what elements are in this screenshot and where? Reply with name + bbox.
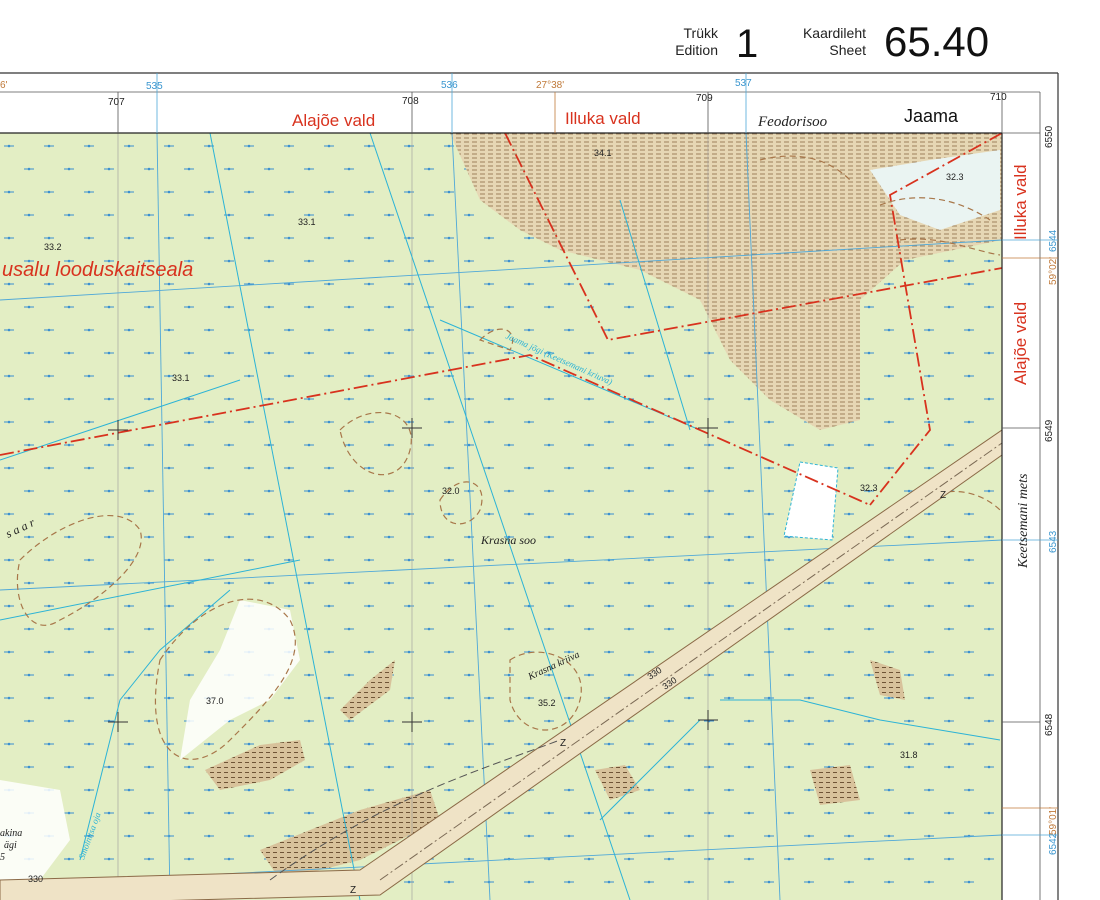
right-label-alajoe: Alajõe vald (1011, 302, 1030, 385)
top-blue-537: 537 (735, 78, 752, 89)
top-blue-labels: 535 536 537 (146, 78, 752, 92)
map-body: 34.1 33.1 33.2 33.1 32.0 32.3 32.3 37.0 … (0, 133, 1002, 900)
right-km-labels: 6550 6549 6548 (1044, 125, 1055, 736)
top-longitude-partial: 6' (0, 80, 8, 91)
top-blue-536: 536 (441, 80, 458, 91)
elevation-e9: 35.2 (538, 698, 556, 708)
reserve-name: usalu looduskaitseala (2, 259, 193, 281)
right-blue-labels: 6544 6543 6542 (1048, 229, 1059, 855)
left-edge-text-3: 5 (0, 852, 5, 863)
left-edge-text-2: ägi (4, 840, 17, 851)
elevation-e1: 34.1 (594, 148, 612, 158)
elevation-e10: 31.8 (900, 750, 918, 760)
right-blue-6543: 6543 (1048, 530, 1059, 553)
elevation-e6: 32.3 (946, 172, 964, 182)
top-blue-535: 535 (146, 81, 163, 92)
elevation-e4: 33.1 (172, 373, 190, 383)
top-km-708: 708 (402, 96, 419, 107)
right-km-6548: 6548 (1044, 713, 1055, 736)
elevation-e2: 33.1 (298, 217, 316, 227)
zone-letter: Z (940, 490, 946, 501)
right-label-keetsemani: Keetsemani mets (1016, 473, 1031, 569)
top-km-710: 710 (990, 92, 1007, 103)
right-km-6550: 6550 (1044, 125, 1055, 148)
top-label-illuka: Illuka vald (565, 109, 641, 128)
right-lat-5901: 59°01' (1048, 807, 1059, 835)
top-ticks (117, 92, 1003, 133)
top-km-707: 707 (108, 97, 125, 108)
topographic-map: 34.1 33.1 33.2 33.1 32.0 32.3 32.3 37.0 … (0, 72, 1059, 900)
elevation-e11: 330 (28, 874, 43, 884)
elevation-e8: 37.0 (206, 696, 224, 706)
top-km-709: 709 (696, 93, 713, 104)
top-longitude: 27°38' (536, 80, 564, 91)
right-lat-5902: 59°02' (1048, 257, 1059, 285)
top-km-labels: 707 708 709 710 (108, 92, 1007, 108)
zone-letter-2: Z (560, 738, 566, 749)
zone-letter-3: Z (350, 885, 356, 896)
left-edge-text-1: akina (0, 828, 22, 839)
right-blue-6544: 6544 (1048, 229, 1059, 252)
right-place-labels: Illuka vald Alajõe vald Keetsemani mets (1011, 164, 1031, 569)
right-km-6549: 6549 (1044, 419, 1055, 442)
right-label-illuka: Illuka vald (1011, 164, 1030, 240)
top-label-feodorisoo: Feodorisoo (757, 114, 828, 130)
elevation-e3: 33.2 (44, 242, 62, 252)
top-place-labels: Alajõe vald Illuka vald Feodorisoo Jaama (292, 106, 959, 130)
top-label-alajoe: Alajõe vald (292, 111, 375, 130)
elevation-e7: 32.3 (860, 483, 878, 493)
marsh-name: Krasna soo (480, 533, 536, 547)
top-label-jaama: Jaama (904, 106, 959, 126)
elevation-e5: 32.0 (442, 486, 460, 496)
